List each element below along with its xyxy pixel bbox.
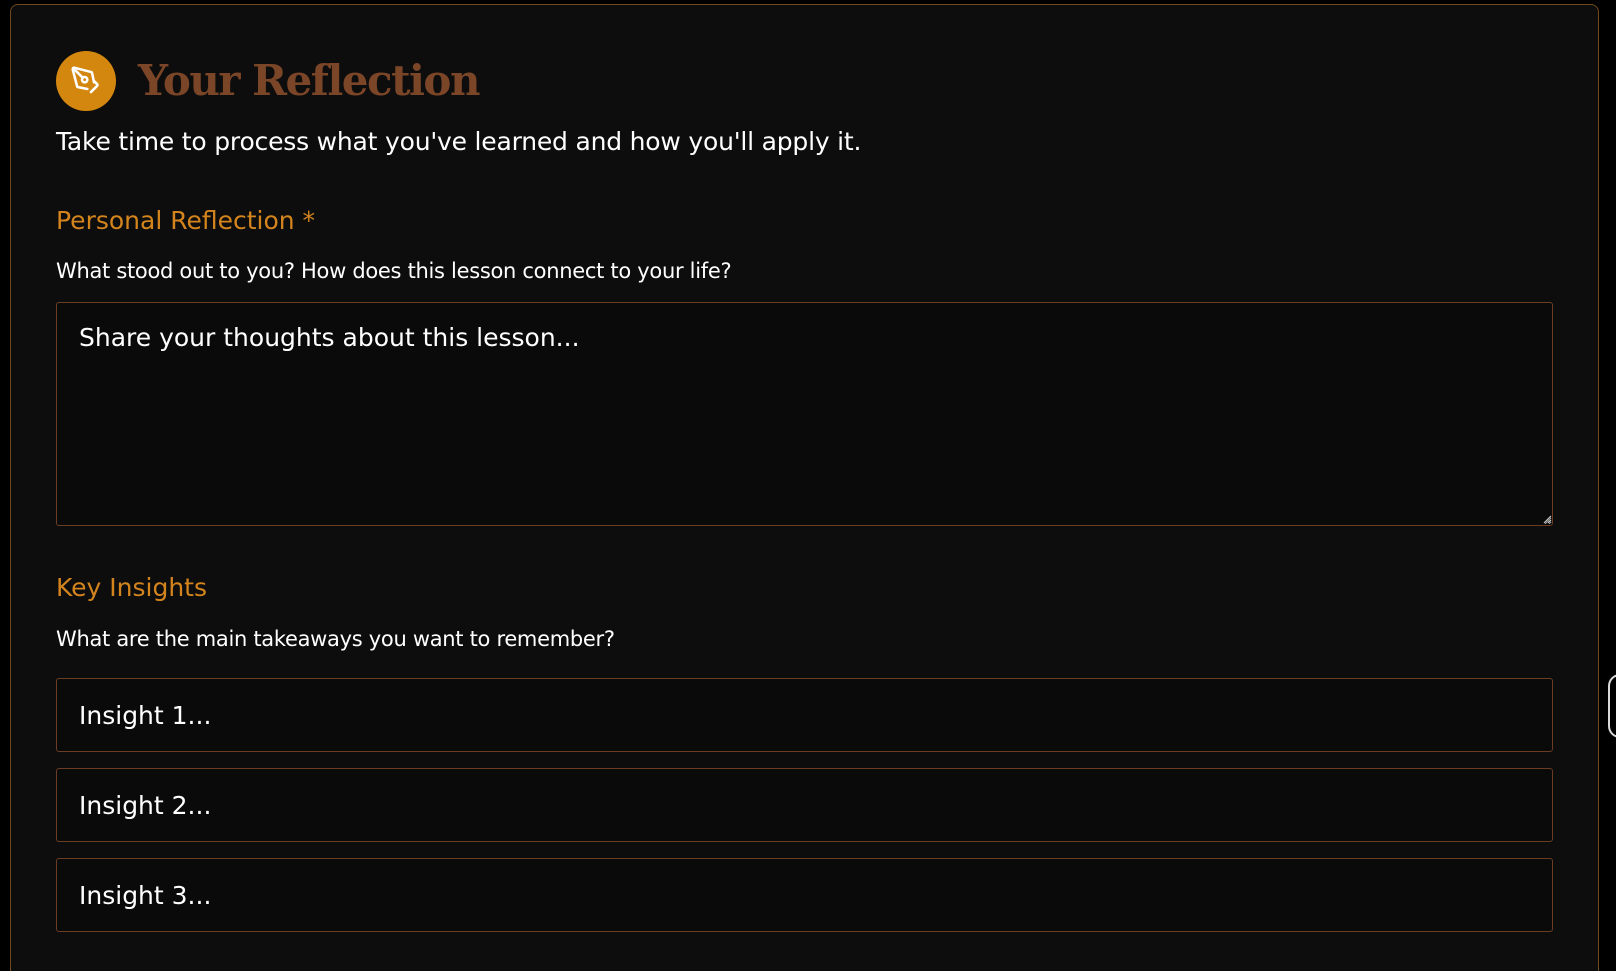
personal-reflection-help: What stood out to you? How does this les… — [56, 259, 732, 283]
personal-reflection-textarea[interactable] — [56, 302, 1553, 526]
side-panel-handle[interactable] — [1608, 674, 1616, 738]
key-insights-help: What are the main takeaways you want to … — [56, 627, 615, 651]
page-title: Your Reflection — [138, 56, 480, 105]
reflection-card: Your Reflection Take time to process wha… — [10, 4, 1599, 971]
reflection-header: Your Reflection — [56, 51, 480, 111]
key-insights-label: Key Insights — [56, 573, 208, 602]
personal-reflection-label: Personal Reflection * — [56, 206, 316, 235]
pen-nib-icon — [56, 51, 116, 111]
insight-3-input[interactable] — [56, 858, 1553, 932]
insight-1-input[interactable] — [56, 678, 1553, 752]
page-subtitle: Take time to process what you've learned… — [56, 127, 862, 156]
insight-2-input[interactable] — [56, 768, 1553, 842]
